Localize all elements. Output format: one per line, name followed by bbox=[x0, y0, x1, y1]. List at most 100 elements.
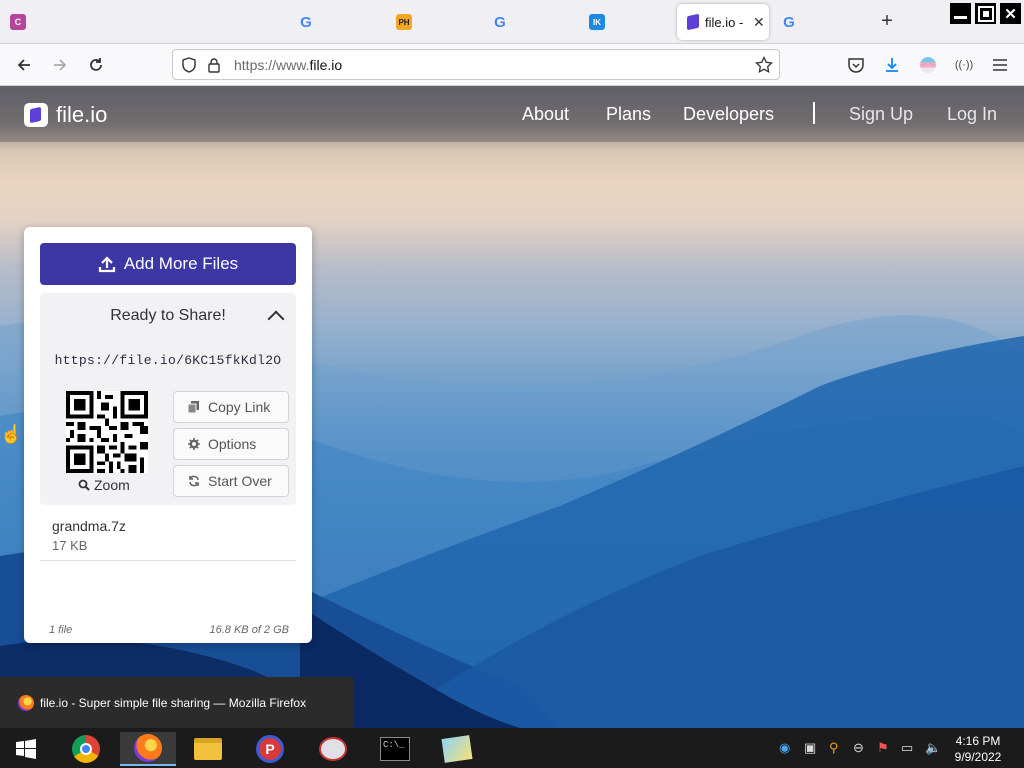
tab-strip: C G PH G IK file.io - ✕ G + ✕ bbox=[0, 0, 1024, 44]
back-button[interactable] bbox=[12, 53, 36, 77]
pocket-button[interactable] bbox=[844, 53, 868, 77]
copy-link-button[interactable]: Copy Link bbox=[173, 391, 289, 423]
close-tab-icon[interactable]: ✕ bbox=[753, 14, 765, 31]
google-icon: G bbox=[494, 13, 506, 31]
options-button[interactable]: Options bbox=[173, 428, 289, 460]
account-icon bbox=[920, 57, 936, 73]
back-arrow-icon bbox=[17, 59, 30, 71]
tray-minus-icon[interactable]: ⊖ bbox=[853, 740, 864, 756]
nav-divider bbox=[813, 102, 815, 124]
restore-button[interactable] bbox=[975, 3, 996, 24]
hamburger-menu-icon bbox=[993, 59, 1007, 71]
page-content: file.io About Plans Developers Sign Up L… bbox=[0, 86, 1024, 728]
tab-c[interactable]: C bbox=[8, 4, 28, 40]
minimize-icon bbox=[954, 16, 967, 19]
start-over-label: Start Over bbox=[208, 473, 272, 489]
url-bar[interactable]: https://www.file.io bbox=[172, 49, 780, 80]
fileio-logo-icon bbox=[24, 103, 48, 127]
tray-network-icon[interactable]: ▭ bbox=[901, 740, 913, 756]
tab-title: file.io - bbox=[705, 14, 744, 30]
clock-time: 4:16 PM bbox=[955, 734, 1001, 748]
share-link[interactable]: https://file.io/6KC15fkKdl2O bbox=[40, 353, 296, 368]
tab-google-3[interactable]: G bbox=[779, 4, 799, 40]
bookmark-star-icon[interactable] bbox=[755, 56, 773, 74]
nav-sign-up[interactable]: Sign Up bbox=[849, 104, 913, 125]
qr-code[interactable] bbox=[66, 391, 148, 473]
share-heading: Ready to Share! bbox=[110, 307, 226, 324]
download-icon bbox=[886, 58, 898, 72]
extension-button[interactable]: ((·)) bbox=[952, 53, 976, 77]
forward-button[interactable] bbox=[48, 53, 72, 77]
c-icon: C bbox=[10, 14, 26, 30]
reload-button[interactable] bbox=[84, 53, 108, 77]
file-size: 17 KB bbox=[52, 538, 88, 553]
storage-usage: 16.8 KB of 2 GB bbox=[209, 624, 290, 636]
tray-shield-icon[interactable]: ▣ bbox=[804, 740, 816, 756]
url-prefix: https://www. bbox=[234, 57, 310, 73]
file-divider bbox=[40, 560, 296, 561]
add-more-files-button[interactable]: Add More Files bbox=[40, 243, 296, 285]
close-window-button[interactable]: ✕ bbox=[1000, 3, 1021, 24]
tray-search-icon[interactable]: ⚲ bbox=[829, 740, 839, 756]
lock-icon[interactable] bbox=[207, 57, 221, 73]
taskbar-terminal[interactable]: C:\_ bbox=[373, 732, 417, 766]
tab-fileio[interactable]: file.io - ✕ bbox=[677, 4, 769, 40]
gear-icon bbox=[188, 438, 200, 450]
clock-date: 9/9/2022 bbox=[954, 750, 1002, 764]
nav-about[interactable]: About bbox=[522, 104, 569, 125]
refresh-icon bbox=[189, 475, 199, 487]
share-panel: Ready to Share! https://file.io/6KC15fkK… bbox=[40, 293, 296, 505]
zoom-label: Zoom bbox=[94, 477, 130, 493]
navigation-bar: https://www.file.io ((·)) bbox=[0, 44, 1024, 86]
copy-link-label: Copy Link bbox=[208, 399, 271, 415]
close-icon: ✕ bbox=[1004, 5, 1017, 23]
tooltip-text: file.io - Super simple file sharing — Mo… bbox=[40, 695, 307, 710]
reload-icon bbox=[90, 58, 102, 71]
firefox-icon bbox=[18, 694, 34, 711]
site-header: file.io About Plans Developers Sign Up L… bbox=[0, 86, 1024, 142]
options-label: Options bbox=[208, 436, 257, 452]
nav-plans[interactable]: Plans bbox=[606, 104, 651, 125]
fileio-favicon-icon bbox=[687, 13, 699, 31]
terminal-icon: C:\_ bbox=[380, 737, 410, 761]
hand-cursor-icon: ☝ bbox=[0, 424, 23, 444]
account-button[interactable] bbox=[916, 53, 940, 77]
tray-volume-icon[interactable]: 🔈 bbox=[925, 740, 941, 756]
taskbar-chrome[interactable] bbox=[64, 732, 108, 766]
tray-flag-icon[interactable]: ⚑ bbox=[877, 740, 889, 756]
url-text[interactable]: https://www.file.io bbox=[234, 57, 342, 73]
site-logo[interactable]: file.io bbox=[24, 102, 107, 128]
nav-log-in[interactable]: Log In bbox=[947, 104, 997, 125]
tab-google-1[interactable]: G bbox=[296, 4, 316, 40]
taskbar-firefox[interactable] bbox=[120, 732, 176, 766]
start-over-button[interactable]: Start Over bbox=[173, 465, 289, 497]
forward-arrow-icon bbox=[54, 59, 67, 71]
firefox-icon bbox=[134, 734, 162, 762]
minimize-button[interactable] bbox=[950, 3, 971, 24]
tab-ik[interactable]: IK bbox=[587, 4, 607, 40]
logo-text: file.io bbox=[56, 102, 108, 127]
new-tab-button[interactable]: + bbox=[876, 10, 898, 33]
tab-google-2[interactable]: G bbox=[490, 4, 510, 40]
taskbar-notes[interactable] bbox=[435, 732, 479, 766]
system-clock[interactable]: 4:16 PM 9/9/2022 bbox=[948, 733, 1008, 765]
taskbar-app-tool[interactable] bbox=[311, 732, 355, 766]
extension-icon: ((·)) bbox=[954, 59, 974, 71]
url-domain: file.io bbox=[309, 57, 343, 73]
taskbar-file-explorer[interactable] bbox=[186, 732, 230, 766]
upload-icon bbox=[98, 256, 115, 273]
menu-button[interactable] bbox=[988, 53, 1012, 77]
taskbar-app-p[interactable]: P bbox=[248, 732, 292, 766]
nav-developers[interactable]: Developers bbox=[683, 104, 774, 125]
windows-icon bbox=[16, 739, 36, 759]
zoom-button[interactable]: Zoom bbox=[78, 477, 130, 493]
chrome-icon bbox=[72, 735, 100, 763]
start-button[interactable] bbox=[4, 732, 48, 766]
shield-icon[interactable] bbox=[181, 57, 197, 73]
pocket-icon bbox=[848, 58, 864, 73]
downloads-button[interactable] bbox=[880, 53, 904, 77]
magnifier-icon bbox=[78, 479, 90, 491]
p-app-icon: P bbox=[256, 735, 284, 763]
tab-ph[interactable]: PH bbox=[394, 4, 414, 40]
tray-network-app-icon[interactable]: ◉ bbox=[779, 740, 790, 756]
